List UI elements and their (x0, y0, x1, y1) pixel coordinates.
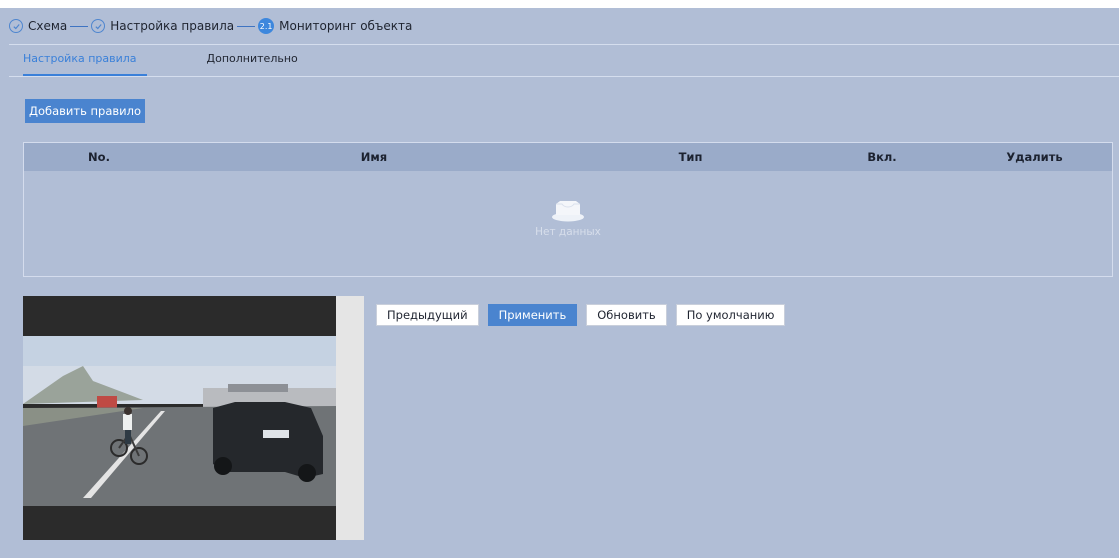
empty-box-icon (552, 201, 584, 222)
add-rule-button[interactable]: Добавить правило (25, 99, 145, 123)
check-icon (9, 19, 23, 33)
action-buttons: Предыдущий Применить Обновить По умолчан… (376, 304, 786, 326)
step-object-monitoring[interactable]: 2.1 Мониторинг объекта (258, 18, 412, 34)
col-header-enabled: Вкл. (867, 150, 897, 164)
tab-additional[interactable]: Дополнительно (207, 52, 298, 76)
table-header: No. Имя Тип Вкл. Удалить (24, 143, 1112, 171)
camera-frame-image (23, 296, 336, 540)
col-header-delete: Удалить (1006, 150, 1063, 164)
refresh-button[interactable]: Обновить (586, 304, 667, 326)
col-header-no: No. (88, 150, 110, 164)
divider (9, 44, 1119, 45)
step-number-badge: 2.1 (258, 18, 275, 34)
step-label-object-monitoring: Мониторинг объекта (279, 19, 413, 33)
default-button[interactable]: По умолчанию (675, 304, 786, 326)
check-icon (91, 19, 106, 33)
step-label-scheme: Схема (28, 19, 68, 33)
col-header-type: Тип (678, 150, 703, 164)
empty-text: Нет данных (535, 226, 601, 238)
col-header-name: Имя (360, 150, 388, 164)
video-frame (23, 296, 336, 540)
tab-rule-setup[interactable]: Настройка правила (23, 52, 147, 76)
previous-button[interactable]: Предыдущий (376, 304, 479, 326)
step-label-rule-setup: Настройка правила (110, 19, 235, 33)
empty-state: Нет данных (24, 198, 1112, 238)
wizard-steps: Схема Настройка правила 2.1 Мониторинг о… (9, 8, 1119, 44)
step-connector (237, 25, 256, 27)
step-scheme[interactable]: Схема (9, 19, 67, 33)
video-preview[interactable] (23, 296, 364, 540)
rules-table: No. Имя Тип Вкл. Удалить Нет данных (23, 142, 1113, 277)
divider (9, 76, 1119, 77)
top-band (0, 0, 1119, 8)
step-connector (70, 25, 89, 27)
step-rule-setup[interactable]: Настройка правила (91, 19, 234, 33)
tab-bar: Настройка правила Дополнительно (23, 52, 358, 76)
apply-button[interactable]: Применить (487, 304, 578, 326)
